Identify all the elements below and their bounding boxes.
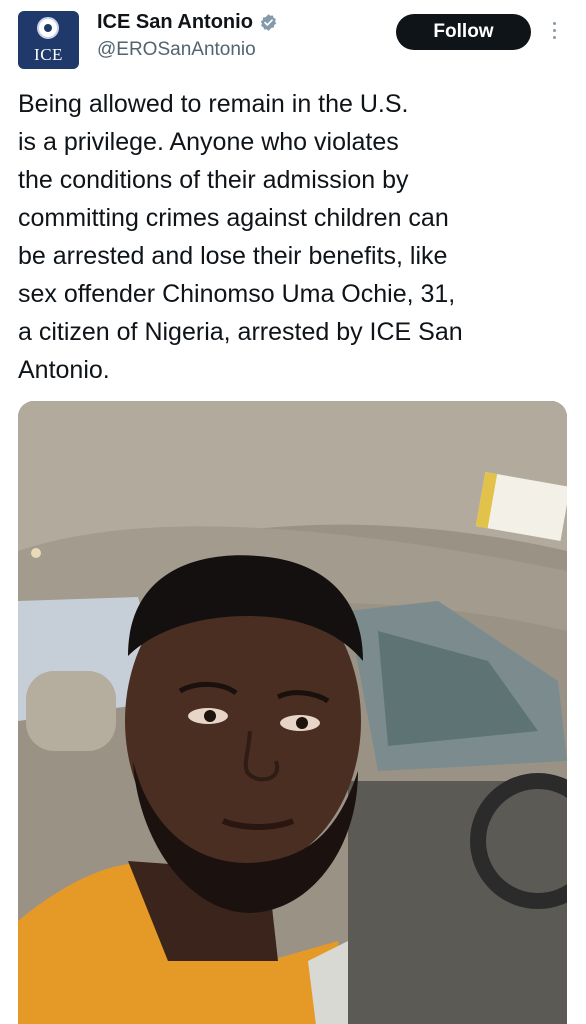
tweet-text: Being allowed to remain in the U.S. is a…: [18, 85, 558, 389]
tweet-text-line: is a privilege. Anyone who violates: [18, 128, 399, 156]
follow-button[interactable]: Follow: [396, 14, 531, 50]
tweet-photo[interactable]: [18, 401, 567, 1024]
photo-illustration: [18, 401, 567, 1024]
tweet-card: ICE ICE San Antonio @EROSanAntonio Follo…: [0, 0, 586, 1024]
account-handle[interactable]: @EROSanAntonio: [97, 38, 256, 62]
tweet-text-line: Antonio.: [18, 356, 110, 384]
tweet-text-line: be arrested and lose their benefits, lik…: [18, 242, 448, 270]
more-options-icon[interactable]: [551, 22, 557, 44]
avatar[interactable]: ICE: [18, 11, 79, 69]
avatar-label: ICE: [34, 45, 63, 64]
dhs-seal-icon: [37, 17, 59, 39]
tweet-text-line: the conditions of their admission by: [18, 166, 409, 194]
verified-badge-icon: [260, 13, 277, 31]
tweet-text-line: committing crimes against children can: [18, 204, 449, 232]
tweet-text-line: a citizen of Nigeria, arrested by ICE Sa…: [18, 318, 463, 346]
display-name-row: ICE San Antonio: [97, 9, 278, 35]
tweet-text-line: Being allowed to remain in the U.S.: [18, 90, 409, 118]
tweet-text-line: sex offender Chinomso Uma Ochie, 31,: [18, 280, 456, 308]
display-name[interactable]: ICE San Antonio: [97, 9, 253, 35]
